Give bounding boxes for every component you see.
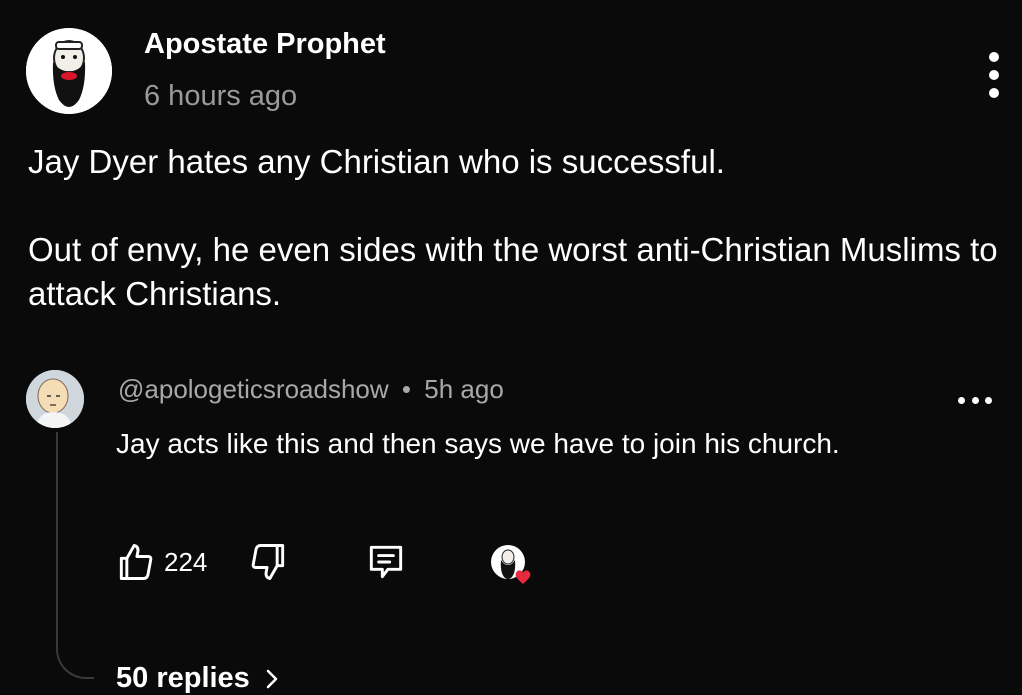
post-author-avatar[interactable] (26, 28, 112, 114)
reply-action-bar: 224 (0, 540, 1022, 590)
creator-heart-badge (486, 540, 538, 592)
creator-heart-icon (491, 545, 531, 584)
chevron-right-icon (266, 669, 278, 688)
thumbs-down-icon (251, 544, 285, 580)
post-body: Jay Dyer hates any Christian who is succ… (28, 140, 1003, 316)
reply-more-options-horizontal-dots-icon[interactable] (958, 397, 992, 405)
thumbs-up-icon (119, 544, 153, 580)
post-paragraph-1: Jay Dyer hates any Christian who is succ… (28, 143, 725, 180)
post-paragraph-2: Out of envy, he even sides with the wors… (28, 231, 998, 312)
meta-separator: • (401, 374, 412, 404)
reply-button[interactable] (364, 540, 408, 584)
post-author-name[interactable]: Apostate Prophet (144, 28, 386, 61)
reply-timestamp: 5h ago (424, 374, 504, 404)
post-more-options-vertical-dots-icon[interactable] (983, 52, 1005, 98)
replies-count-label: 50 replies (116, 662, 250, 694)
comment-bubble-icon (369, 545, 403, 579)
like-count: 224 (164, 546, 208, 577)
reply-text: Jay acts like this and then says we have… (116, 428, 840, 459)
bald-cartoon-avatar-icon (26, 370, 84, 428)
reply-author-handle[interactable]: @apologeticsroadshow (118, 374, 389, 404)
post-timestamp: 6 hours ago (144, 80, 298, 112)
like-button[interactable]: 224 (114, 540, 207, 584)
view-replies-link[interactable]: 50 replies (116, 662, 280, 695)
reply-author-avatar[interactable] (26, 370, 84, 428)
bearded-man-avatar-icon (26, 28, 112, 114)
reply-meta: @apologeticsroadshow • 5h ago (118, 374, 504, 405)
dislike-button[interactable] (246, 540, 290, 584)
